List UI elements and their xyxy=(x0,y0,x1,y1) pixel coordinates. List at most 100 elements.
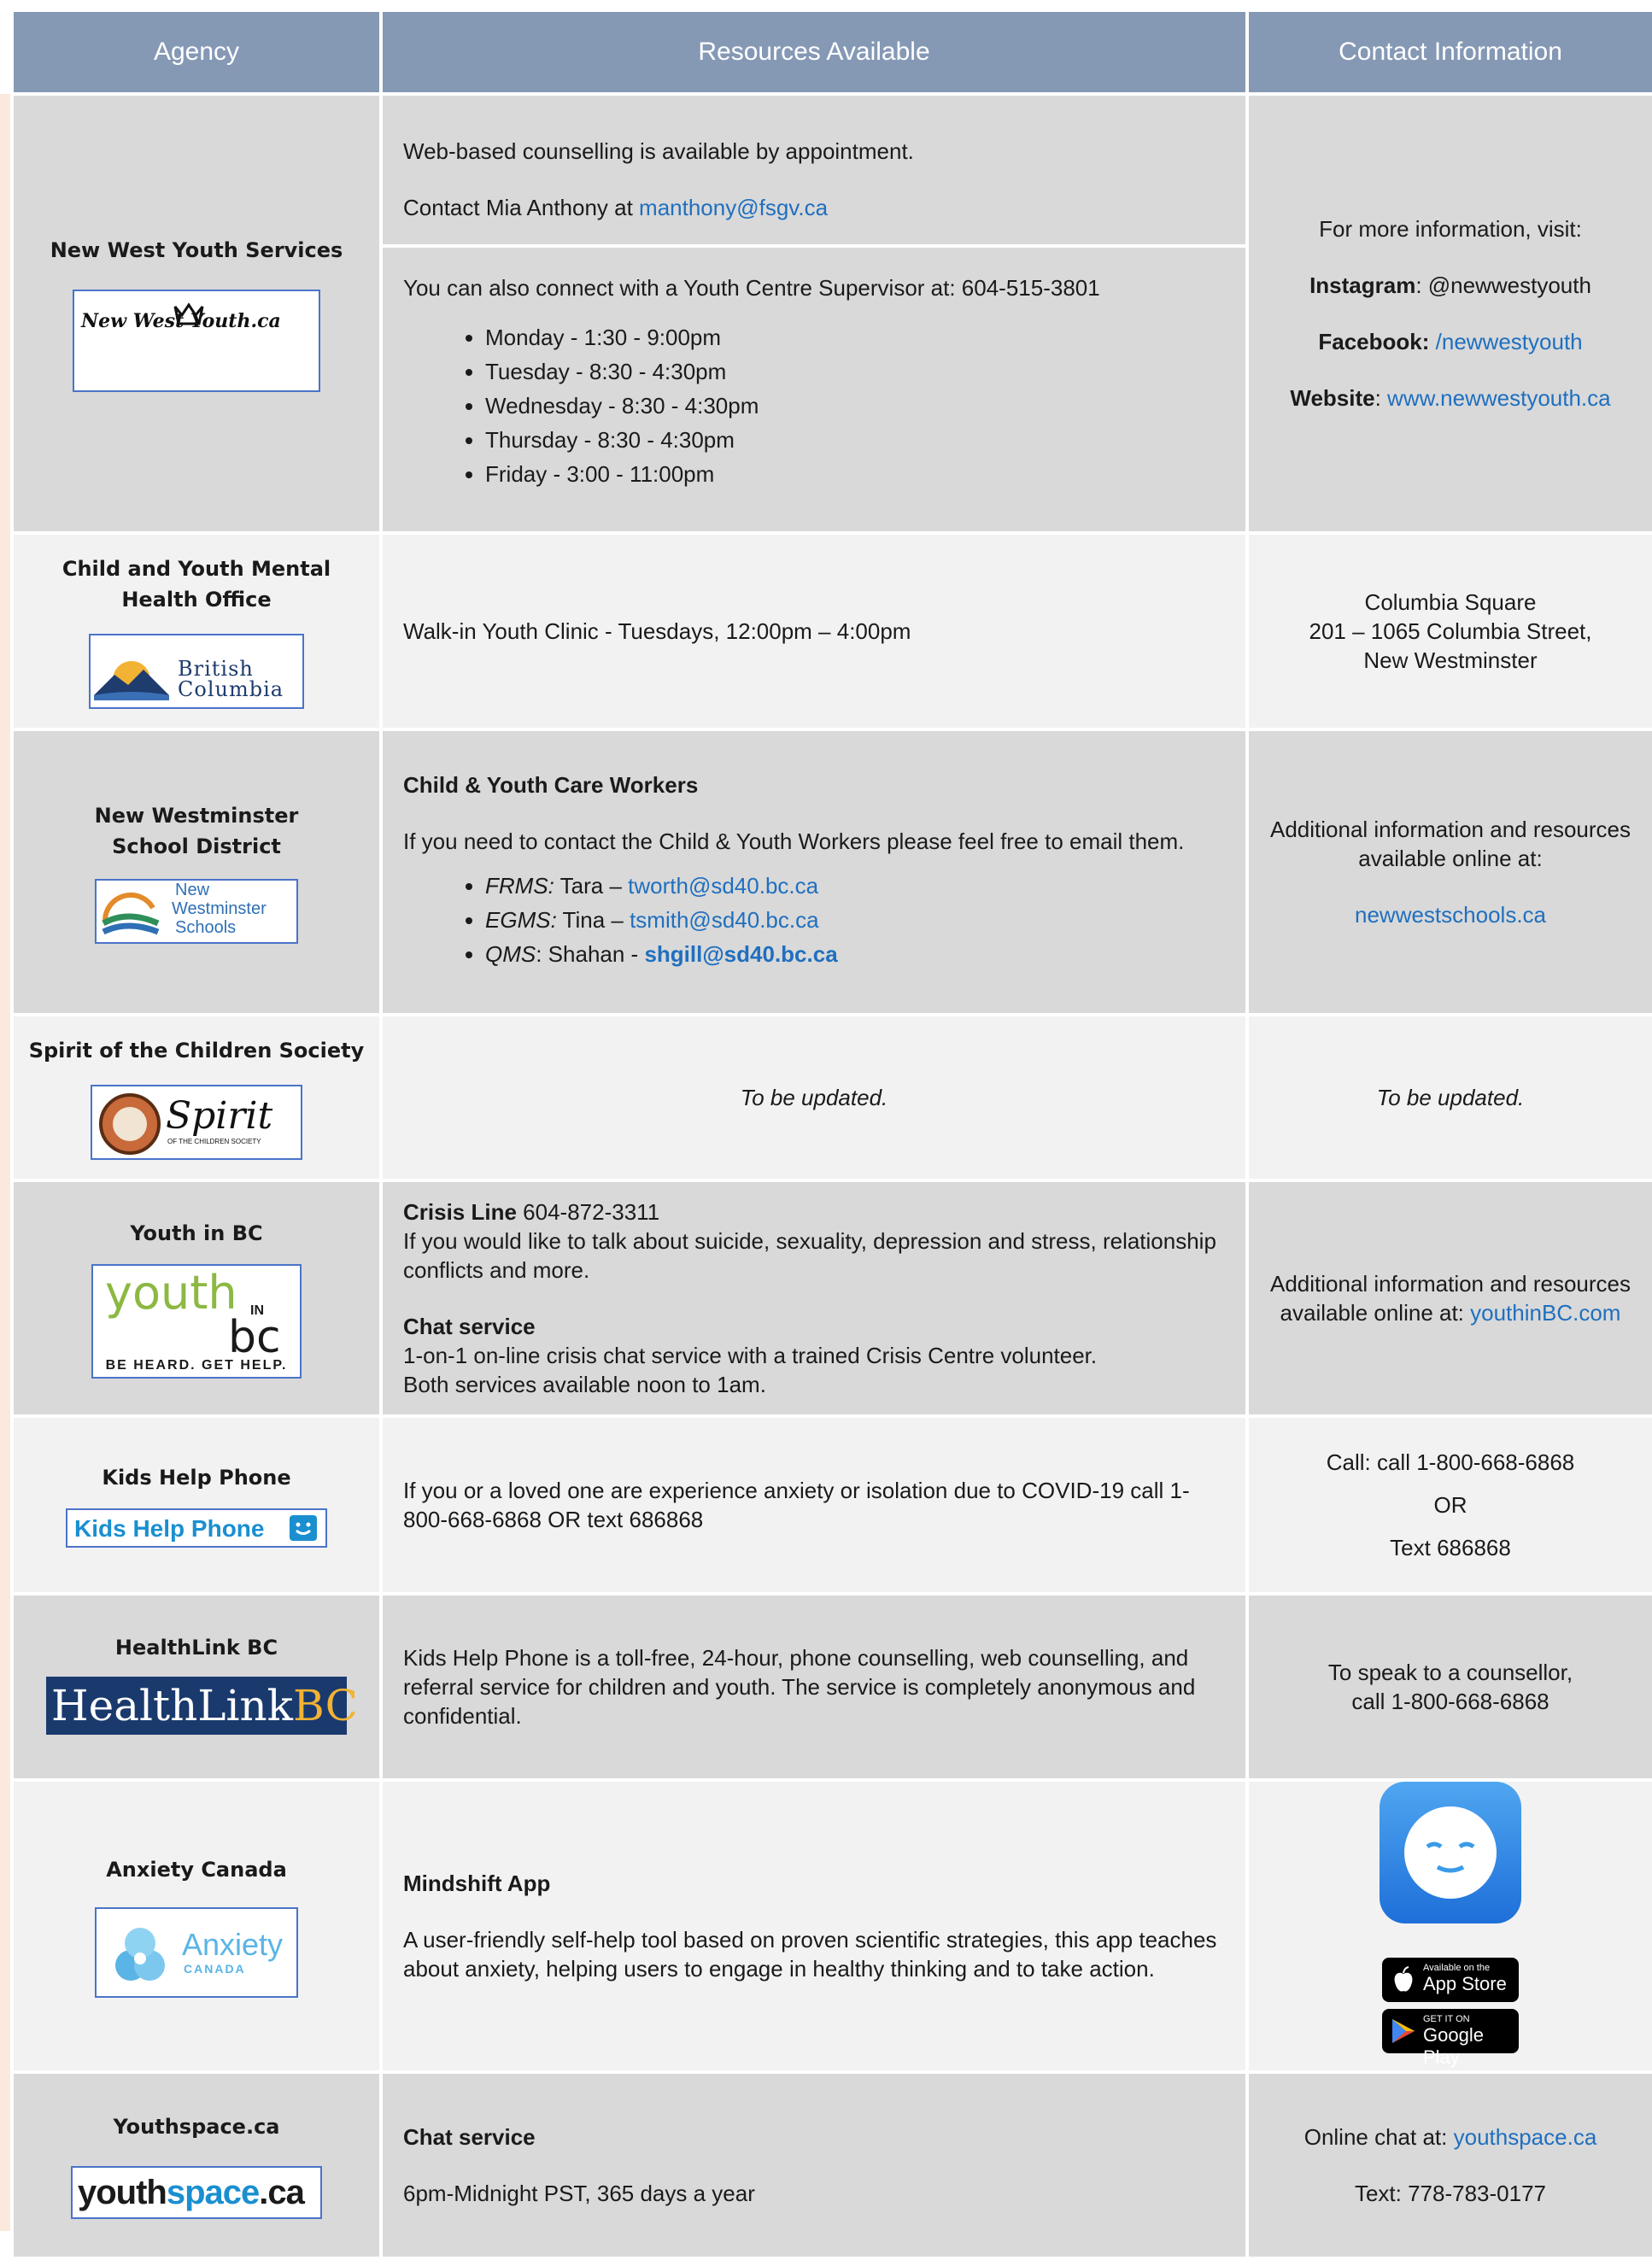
resources-cell: Chat service 6pm-Midnight PST, 365 days … xyxy=(383,2074,1245,2257)
logo-text-westminster: Westminster xyxy=(172,899,267,918)
resources-cell: Child & Youth Care Workers If you need t… xyxy=(383,731,1245,1013)
crisis-line-number: 604-872-3311 xyxy=(516,1199,660,1225)
logo-text-bc: bc xyxy=(228,1312,281,1363)
list-item: EGMS: Tina – tsmith@sd40.bc.ca xyxy=(485,905,1225,934)
hours-list: Monday - 1:30 - 9:00pm Tuesday - 8:30 - … xyxy=(403,323,1225,489)
website-link[interactable]: www.newwestyouth.ca xyxy=(1387,385,1611,411)
table-row: Spirit of the Children Society Spirit OF… xyxy=(14,1016,1652,1179)
contact-cell: For more information, visit: Instagram: … xyxy=(1249,96,1652,531)
table-row: New West Youth Services New West Youth.c… xyxy=(14,96,1652,531)
instagram-handle: : @newwestyouth xyxy=(1415,272,1591,298)
logo-text-youth: youth xyxy=(105,1266,237,1320)
section-title: Mindshift App xyxy=(403,1871,551,1896)
worker-name: Tara – xyxy=(554,873,629,899)
resource-text: Web-based counselling is available by ap… xyxy=(403,138,914,164)
table-row: New Westminster School District New West… xyxy=(14,731,1652,1013)
contact-text: Additional information and resources ava… xyxy=(1269,817,1631,871)
contact-cell: Additional information and resources ava… xyxy=(1249,1182,1652,1414)
logo-text-canada: CANADA xyxy=(184,1962,246,1976)
website-label: Website xyxy=(1290,385,1375,411)
table-row: HealthLink BC HealthLinkBC Kids Help Pho… xyxy=(14,1595,1652,1778)
resource-text: A user-friendly self-help tool based on … xyxy=(403,1927,1217,1982)
anxiety-canada-logo: Anxiety CANADA xyxy=(95,1907,298,1998)
agency-name: HealthLink BC xyxy=(114,1636,278,1660)
agency-name-line: New Westminster xyxy=(94,804,299,828)
website-link[interactable]: newwestschools.ca xyxy=(1264,900,1637,929)
supervisor-text: You can also connect with a Youth Centre… xyxy=(403,275,1100,301)
logo-text-a: HealthLink xyxy=(51,1681,293,1730)
resource-text: Both services available noon to 1am. xyxy=(403,1372,766,1397)
facebook-link[interactable]: /newwestyouth xyxy=(1436,329,1583,354)
section-title: Chat service xyxy=(403,1314,536,1339)
agency-name: Youth in BC xyxy=(130,1221,263,1245)
agency-name: Spirit of the Children Society xyxy=(28,1039,365,1063)
crisis-line-label: Crisis Line xyxy=(403,1199,517,1225)
address-line: 201 – 1065 Columbia Street, xyxy=(1309,618,1592,644)
header-resources: Resources Available xyxy=(383,12,1245,92)
logo-text-youth: youth xyxy=(78,2174,167,2211)
contact-text: Online chat at: xyxy=(1303,2124,1454,2150)
kids-help-phone-logo: Kids Help Phone xyxy=(66,1508,327,1548)
table-row: Youthspace.ca youthspace.ca Chat service… xyxy=(14,2074,1652,2257)
list-item: Tuesday - 8:30 - 4:30pm xyxy=(485,357,1225,386)
contact-text: Text 686868 xyxy=(1390,1535,1511,1560)
email-link[interactable]: shgill@sd40.bc.ca xyxy=(644,941,837,967)
google-play-big: Google Play xyxy=(1423,2024,1484,2068)
resource-text: If you need to contact the Child & Youth… xyxy=(403,828,1185,854)
contact-text: Call: call 1-800-668-6868 xyxy=(1326,1449,1575,1475)
list-item: Monday - 1:30 - 9:00pm xyxy=(485,323,1225,352)
logo-text-space: space xyxy=(166,2174,260,2211)
section-title: Chat service xyxy=(403,2124,536,2150)
new-west-youth-logo: New West Youth.ca xyxy=(73,290,320,392)
resource-text: 1-on-1 on-line crisis chat service with … xyxy=(403,1343,1098,1368)
smile-bubble-icon xyxy=(290,1515,317,1541)
contact-cell: To be updated. xyxy=(1249,1016,1652,1179)
contact-text: call 1-800-668-6868 xyxy=(1351,1689,1549,1714)
header-contact: Contact Information xyxy=(1249,12,1652,92)
agency-cell: Youth in BC youth IN bc BE HEARD. GET HE… xyxy=(14,1182,379,1414)
school-label: EGMS: xyxy=(485,907,557,933)
app-store-badge[interactable]: Available on the App Store xyxy=(1382,1958,1519,2002)
resources-cell: If you or a loved one are experience anx… xyxy=(383,1418,1245,1592)
logo-subtext: OF THE CHILDREN SOCIETY xyxy=(167,1138,261,1145)
contact-cell: Available on the App Store GET IT ON Goo… xyxy=(1249,1782,1652,2070)
logo-tagline: BE HEARD. GET HELP. xyxy=(105,1358,288,1373)
logo-text-healthlink: HealthLinkBC xyxy=(51,1682,358,1730)
email-link[interactable]: tsmith@sd40.bc.ca xyxy=(630,907,818,933)
resources-cell: Crisis Line 604-872-3311 If you would li… xyxy=(383,1182,1245,1414)
list-item: QMS: Shahan - shgill@sd40.bc.ca xyxy=(485,940,1225,969)
google-play-badge[interactable]: GET IT ON Google Play xyxy=(1382,2009,1519,2068)
resource-text: Walk-in Youth Clinic - Tuesdays, 12:00pm… xyxy=(403,618,911,644)
contact-text: OR xyxy=(1433,1492,1467,1518)
facebook-label: Facebook: xyxy=(1318,329,1430,354)
agency-name: New West Youth Services xyxy=(50,238,343,262)
contact-intro: For more information, visit: xyxy=(1319,216,1582,242)
agency-cell: Spirit of the Children Society Spirit OF… xyxy=(14,1016,379,1179)
address-line: New Westminster xyxy=(1363,647,1538,673)
resources-cell: Kids Help Phone is a toll-free, 24-hour,… xyxy=(383,1595,1245,1778)
table-row: Child and Youth Mental Health Office Bri… xyxy=(14,535,1652,728)
website-link[interactable]: youthspace.ca xyxy=(1454,2124,1597,2150)
email-link-manthony[interactable]: manthony@fsgv.ca xyxy=(639,195,828,220)
agency-name: Kids Help Phone xyxy=(102,1466,291,1490)
resources-table: Agency Resources Available Contact Infor… xyxy=(10,9,1652,2260)
healthlink-bc-logo: HealthLinkBC xyxy=(46,1677,358,1735)
table-header-row: Agency Resources Available Contact Infor… xyxy=(14,12,1652,92)
resource-text: If you would like to talk about suicide,… xyxy=(403,1228,1216,1283)
address-line: Columbia Square xyxy=(1364,589,1537,615)
agency-name: Anxiety Canada xyxy=(106,1858,287,1882)
resources-cell: Walk-in Youth Clinic - Tuesdays, 12:00pm… xyxy=(383,535,1245,728)
resources-cell: To be updated. xyxy=(383,1016,1245,1179)
email-link[interactable]: tworth@sd40.bc.ca xyxy=(628,873,818,899)
instagram-label: Instagram xyxy=(1309,272,1416,298)
contact-text: To speak to a counsellor, xyxy=(1327,1660,1573,1685)
youth-in-bc-logo: youth IN bc BE HEARD. GET HELP. xyxy=(91,1264,302,1379)
agency-cell: HealthLink BC HealthLinkBC xyxy=(14,1595,379,1778)
website-link[interactable]: youthinBC.com xyxy=(1470,1300,1620,1326)
mindshift-app-icon[interactable] xyxy=(1380,1782,1521,1923)
apple-icon xyxy=(1394,1966,1413,1992)
workers-list: FRMS: Tara – tworth@sd40.bc.ca EGMS: Tin… xyxy=(403,871,1225,969)
resources-cell: Web-based counselling is available by ap… xyxy=(383,96,1245,531)
table-row: Kids Help Phone Kids Help Phone If you o… xyxy=(14,1418,1652,1592)
agency-cell: Child and Youth Mental Health Office Bri… xyxy=(14,535,379,728)
